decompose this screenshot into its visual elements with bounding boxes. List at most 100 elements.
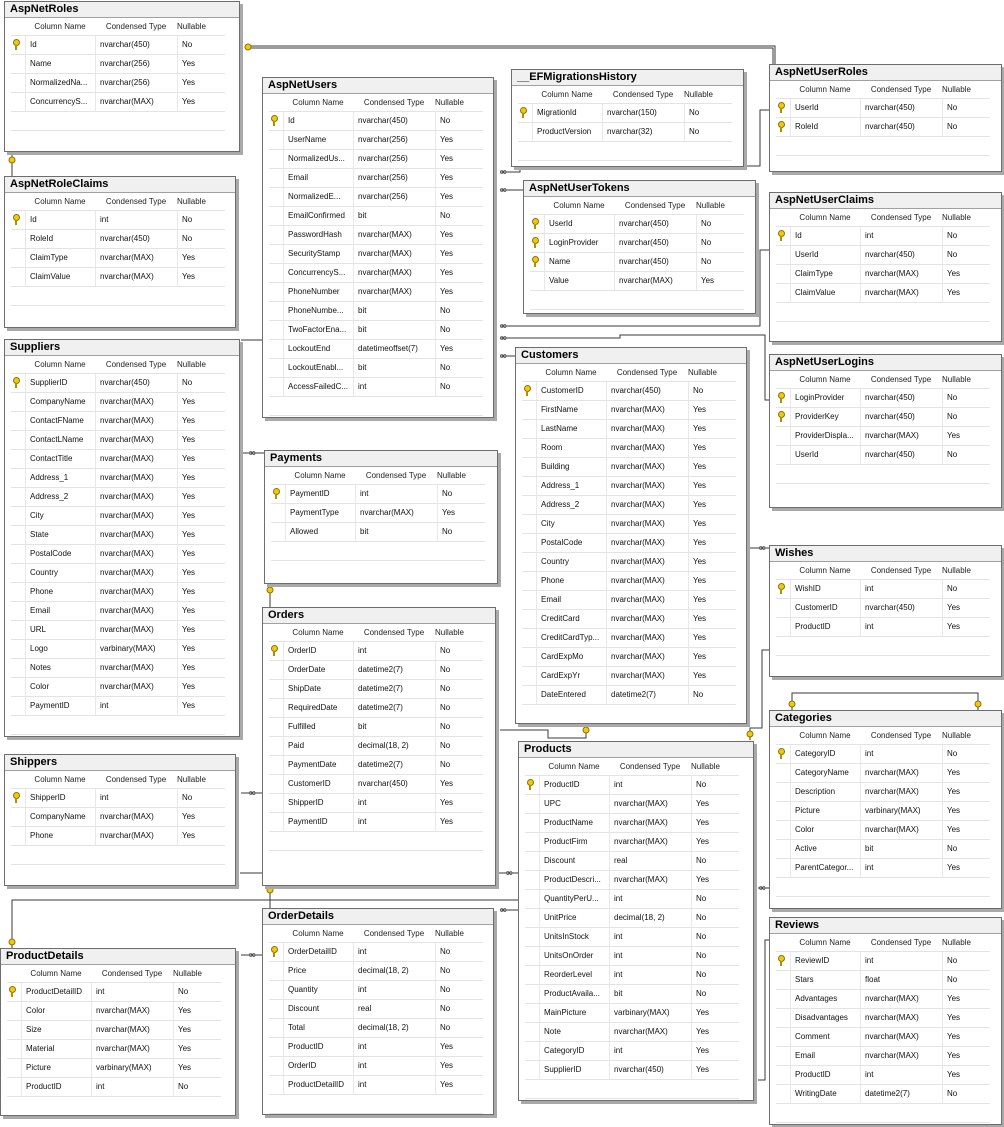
new-column-row[interactable] <box>11 111 225 131</box>
column-row[interactable]: Country nvarchar(MAX) Yes <box>522 552 736 571</box>
table-suppliers[interactable]: Suppliers Column Name Condensed Type Nullab… <box>4 339 240 737</box>
column-row[interactable]: Fulfilled bit No <box>269 717 483 736</box>
column-row[interactable]: Address_2 nvarchar(MAX) Yes <box>522 495 736 514</box>
column-row[interactable]: ClaimValue nvarchar(MAX) Yes <box>11 267 225 286</box>
table-title[interactable]: ProductDetails <box>1 949 235 965</box>
column-row[interactable]: NormalizedNa... nvarchar(256) Yes <box>11 73 225 92</box>
column-row[interactable]: PaymentID int Yes <box>11 696 225 715</box>
column-row[interactable]: PaymentDate datetime2(7) No <box>269 755 483 774</box>
column-row[interactable]: OrderDetailID int No <box>269 942 483 961</box>
table-title[interactable]: AspNetRoleClaims <box>5 177 235 193</box>
column-row[interactable]: ClaimType nvarchar(MAX) Yes <box>11 248 225 267</box>
column-row[interactable]: Email nvarchar(256) Yes <box>269 168 483 187</box>
column-row[interactable]: URL nvarchar(MAX) Yes <box>11 620 225 639</box>
new-column-row[interactable] <box>776 302 990 322</box>
column-row[interactable]: Phone nvarchar(MAX) Yes <box>11 582 225 601</box>
column-row[interactable]: Name nvarchar(450) No <box>530 252 744 271</box>
column-row[interactable]: SupplierID nvarchar(450) Yes <box>525 1060 739 1079</box>
column-row[interactable]: LockoutEnd datetimeoffset(7) Yes <box>269 339 483 358</box>
table-title[interactable]: Payments <box>265 451 497 467</box>
column-row[interactable]: UserId nvarchar(450) No <box>776 98 990 117</box>
column-row[interactable]: Picture varbinary(MAX) Yes <box>776 801 990 820</box>
column-row[interactable]: UnitsOnOrder int No <box>525 946 739 965</box>
column-row[interactable]: ProductID int Yes <box>776 1065 990 1084</box>
column-row[interactable]: CustomerID nvarchar(450) Yes <box>269 774 483 793</box>
table-orderdetails[interactable]: OrderDetails Column Name Condensed Type Nul… <box>262 908 494 1115</box>
new-column-row[interactable] <box>11 286 225 306</box>
column-row[interactable]: Id nvarchar(450) No <box>11 35 225 54</box>
table-payments[interactable]: Payments Column Name Condensed Type Nullabl… <box>264 450 498 584</box>
table-title[interactable]: Reviews <box>770 918 1001 934</box>
table-orders[interactable]: Orders Column Name Condensed Type Nullable O… <box>262 607 496 886</box>
column-row[interactable]: ProductFirm nvarchar(MAX) Yes <box>525 832 739 851</box>
column-row[interactable]: Quantity int No <box>269 980 483 999</box>
column-row[interactable]: LastName nvarchar(MAX) Yes <box>522 419 736 438</box>
column-row[interactable]: Address_1 nvarchar(MAX) Yes <box>11 468 225 487</box>
column-row[interactable]: Phone nvarchar(MAX) Yes <box>522 571 736 590</box>
table-reviews[interactable]: Reviews Column Name Condensed Type Nullable… <box>769 917 1002 1125</box>
column-row[interactable]: Address_2 nvarchar(MAX) Yes <box>11 487 225 506</box>
table-aspnetusers[interactable]: AspNetUsers Column Name Condensed Type Null… <box>262 77 494 418</box>
table-title[interactable]: AspNetUserLogins <box>770 355 1001 371</box>
column-row[interactable]: ConcurrencyS... nvarchar(MAX) Yes <box>11 92 225 111</box>
column-row[interactable]: RequiredDate datetime2(7) No <box>269 698 483 717</box>
column-row[interactable]: CreditCard nvarchar(MAX) Yes <box>522 609 736 628</box>
new-column-row[interactable] <box>776 1103 990 1123</box>
column-row[interactable]: Discount real No <box>525 851 739 870</box>
column-row[interactable]: UserName nvarchar(256) Yes <box>269 130 483 149</box>
column-row[interactable]: Address_1 nvarchar(MAX) Yes <box>522 476 736 495</box>
new-column-row[interactable] <box>7 1096 221 1115</box>
column-row[interactable]: DateEntered datetime2(7) No <box>522 685 736 704</box>
column-row[interactable]: FirstName nvarchar(MAX) Yes <box>522 400 736 419</box>
column-row[interactable]: WritingDate datetime2(7) No <box>776 1084 990 1103</box>
column-row[interactable]: PaymentID int No <box>271 484 485 503</box>
new-column-row[interactable] <box>776 877 990 897</box>
column-row[interactable]: Note nvarchar(MAX) Yes <box>525 1022 739 1041</box>
column-row[interactable]: UnitPrice decimal(18, 2) No <box>525 908 739 927</box>
column-row[interactable]: TwoFactorEna... bit No <box>269 320 483 339</box>
column-row[interactable]: ContactLName nvarchar(MAX) Yes <box>11 430 225 449</box>
column-row[interactable]: Active bit No <box>776 839 990 858</box>
new-column-row[interactable] <box>522 704 736 723</box>
column-row[interactable]: Paid decimal(18, 2) No <box>269 736 483 755</box>
column-row[interactable]: ShipperID int No <box>11 788 225 807</box>
column-row[interactable]: City nvarchar(MAX) Yes <box>522 514 736 533</box>
column-row[interactable]: ReorderLevel int No <box>525 965 739 984</box>
column-row[interactable]: CardExpYr nvarchar(MAX) Yes <box>522 666 736 685</box>
column-row[interactable]: CustomerID nvarchar(450) No <box>522 381 736 400</box>
column-row[interactable]: ShipDate datetime2(7) No <box>269 679 483 698</box>
column-row[interactable]: UPC nvarchar(MAX) Yes <box>525 794 739 813</box>
table-aspnetuserlogins[interactable]: AspNetUserLogins Column Name Condensed Typ… <box>769 354 1002 508</box>
new-column-row[interactable] <box>271 541 485 561</box>
column-row[interactable]: ReviewID int No <box>776 951 990 970</box>
column-row[interactable]: Color nvarchar(MAX) Yes <box>11 677 225 696</box>
column-row[interactable]: Color nvarchar(MAX) Yes <box>7 1001 221 1020</box>
column-row[interactable]: Picture varbinary(MAX) Yes <box>7 1058 221 1077</box>
column-row[interactable]: ProductID int No <box>7 1077 221 1096</box>
column-row[interactable]: Comment nvarchar(MAX) Yes <box>776 1027 990 1046</box>
column-row[interactable]: ProductDescri... nvarchar(MAX) Yes <box>525 870 739 889</box>
column-row[interactable]: Discount real No <box>269 999 483 1018</box>
column-row[interactable]: EmailConfirmed bit No <box>269 206 483 225</box>
new-column-row[interactable] <box>776 636 990 656</box>
table-title[interactable]: AspNetUserTokens <box>524 181 755 197</box>
column-row[interactable]: UnitsInStock int No <box>525 927 739 946</box>
column-row[interactable]: ProviderKey nvarchar(450) No <box>776 407 990 426</box>
column-row[interactable]: PostalCode nvarchar(MAX) Yes <box>11 544 225 563</box>
column-row[interactable]: ParentCategor... int Yes <box>776 858 990 877</box>
column-row[interactable]: Id nvarchar(450) No <box>269 111 483 130</box>
table-title[interactable]: Shippers <box>5 755 235 771</box>
table-title[interactable]: AspNetUserRoles <box>770 65 1001 81</box>
column-row[interactable]: UserId nvarchar(450) No <box>776 445 990 464</box>
column-row[interactable]: Email nvarchar(MAX) Yes <box>11 601 225 620</box>
column-row[interactable]: CategoryID int Yes <box>525 1041 739 1060</box>
column-row[interactable]: Id int No <box>776 226 990 245</box>
table-title[interactable]: AspNetRoles <box>5 2 239 18</box>
table-title[interactable]: Orders <box>263 608 495 624</box>
table-title[interactable]: AspNetUsers <box>263 78 493 94</box>
table-wishes[interactable]: Wishes Column Name Condensed Type Nullable W… <box>769 545 1002 677</box>
new-column-row[interactable] <box>518 141 732 161</box>
column-row[interactable]: Room nvarchar(MAX) Yes <box>522 438 736 457</box>
column-row[interactable]: PasswordHash nvarchar(MAX) Yes <box>269 225 483 244</box>
table-aspnetroles[interactable]: AspNetRoles Column Name Condensed Type Null… <box>4 1 240 152</box>
